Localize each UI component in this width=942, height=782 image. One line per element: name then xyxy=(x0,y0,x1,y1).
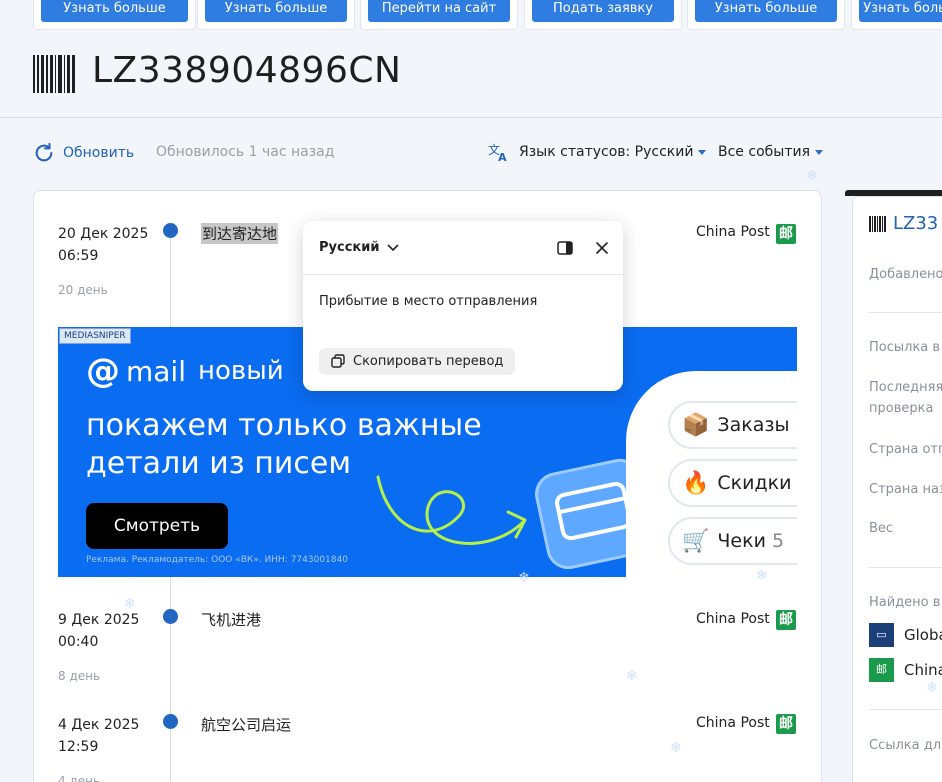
ad-legal-text: Реклама. Рекламодатель: ООО «ВК». ИНН: 7… xyxy=(86,555,348,565)
close-icon[interactable] xyxy=(595,241,609,255)
event-status: 到达寄达地 xyxy=(201,223,279,244)
event-ago: 4 день xyxy=(58,774,101,782)
refresh-icon xyxy=(35,142,53,162)
divider xyxy=(869,312,942,313)
translation-popup: Русский Прибытие в место отправления Ско… xyxy=(303,221,623,391)
china-post-logo-icon: 邮 xyxy=(776,610,796,630)
divider xyxy=(869,567,942,568)
ad-strip: Узнать больше Узнать больше Перейти на с… xyxy=(0,0,942,30)
info-label: Вес xyxy=(869,521,894,536)
sidebar-dock-icon[interactable] xyxy=(557,241,573,255)
info-label: Страна отп xyxy=(869,442,942,457)
language-label: Язык статусов: Русский xyxy=(519,144,694,160)
info-label: Ссылка для xyxy=(869,738,942,753)
event-status: 航空公司启运 xyxy=(201,716,292,734)
info-label: Последняя xyxy=(869,380,942,395)
barcode-icon xyxy=(869,215,887,232)
mail-logo: @ mail новый xyxy=(86,351,284,391)
event-carrier: China Post xyxy=(696,611,770,627)
ad-card: Узнать больше xyxy=(687,0,845,30)
popup-divider xyxy=(303,274,623,275)
ad-learn-more-button[interactable]: Узнать больше xyxy=(205,0,347,22)
ad-apply-button[interactable]: Подать заявку xyxy=(532,0,674,22)
refresh-button[interactable]: Обновить xyxy=(33,142,134,164)
info-label: Добавлено xyxy=(869,267,942,282)
popup-language-select[interactable]: Русский xyxy=(319,240,400,255)
ad-pill-discounts: 🔥 Скидки 5 xyxy=(668,459,797,507)
ad-tag: MEDIASNIPER xyxy=(59,328,131,344)
snowflake-icon: ❄ xyxy=(124,596,136,612)
translate-icon: 文A xyxy=(488,143,507,162)
cart-icon: 🛒 xyxy=(682,528,710,554)
ad-card: Узнать больше xyxy=(33,0,196,30)
snowflake-icon: ❄ xyxy=(626,668,638,684)
event-ago: 20 день xyxy=(58,283,108,297)
info-label: Найдено в xyxy=(869,595,941,610)
event-carrier: China Post xyxy=(696,715,770,731)
chevron-down-icon xyxy=(815,149,823,155)
translation-text: Прибытие в место отправления xyxy=(319,294,538,309)
track-number-title: LZ338904896CN xyxy=(92,50,402,91)
ad-card: Перейти на сайт xyxy=(360,0,518,30)
timeline-dot xyxy=(163,609,178,624)
event-date: 9 Дек 2025 00:40 xyxy=(58,612,140,650)
info-label: Страна наз xyxy=(869,482,942,497)
timeline-dot xyxy=(163,223,178,238)
snowflake-icon: ❄ xyxy=(756,568,768,584)
china-post-logo-icon: 邮 xyxy=(776,224,796,244)
fire-icon: 🔥 xyxy=(682,470,710,496)
ad-learn-more-button[interactable]: Узнать больше xyxy=(695,0,837,22)
copy-icon xyxy=(331,354,345,368)
source-item[interactable]: ▭ Globa xyxy=(869,623,942,647)
snowflake-icon: ❄ xyxy=(518,570,530,586)
side-track-title: LZ33 xyxy=(869,213,938,234)
swirl-arrow-icon xyxy=(376,475,527,545)
snowflake-icon: ❄ xyxy=(926,680,938,696)
watch-button[interactable]: Смотреть xyxy=(86,503,228,549)
chevron-down-icon xyxy=(387,243,400,251)
event-ago: 8 день xyxy=(58,669,101,683)
info-label: Посылка в xyxy=(869,340,941,355)
copy-translation-button[interactable]: Скопировать перевод xyxy=(319,348,516,375)
snowflake-icon: ❄ xyxy=(670,740,682,756)
mail-brand-sub: новый xyxy=(198,356,284,386)
chevron-down-icon xyxy=(698,149,707,155)
info-label: проверка xyxy=(869,401,934,416)
events-filter-label: Все события xyxy=(718,144,810,160)
at-sign-icon: @ xyxy=(86,351,120,391)
ad-pill-orders: 📦 Заказы 3 xyxy=(668,401,797,449)
language-select[interactable]: 文A Язык статусов: Русский xyxy=(488,142,707,162)
ad-card: Узнать больше xyxy=(197,0,355,30)
mail-brand: mail xyxy=(126,354,186,388)
header: LZ338904896CN xyxy=(0,30,942,118)
divider xyxy=(869,709,942,710)
timeline-dot xyxy=(163,714,178,729)
event-date: 4 Дек 2025 12:59 xyxy=(58,717,140,755)
events-filter[interactable]: Все события xyxy=(718,144,823,160)
ad-go-to-site-button[interactable]: Перейти на сайт xyxy=(368,0,510,22)
ad-card: Подать заявку xyxy=(524,0,682,30)
china-post-logo-icon: 邮 xyxy=(776,714,796,734)
event-carrier: China Post xyxy=(696,224,770,240)
svg-text:A: A xyxy=(498,151,507,162)
ad-learn-more-button[interactable]: Узнать больше xyxy=(859,0,942,22)
china-post-logo-icon: 邮 xyxy=(869,658,894,682)
barcode-icon xyxy=(33,55,77,93)
snowflake-icon: ❄ xyxy=(806,168,818,184)
ad-learn-more-button[interactable]: Узнать больше xyxy=(41,0,188,22)
ad-card: Узнать больше xyxy=(851,0,942,30)
global-carrier-logo-icon: ▭ xyxy=(869,623,894,647)
event-status: 飞机进港 xyxy=(201,611,262,629)
package-icon: 📦 xyxy=(682,412,710,438)
ad-pill-receipts: 🛒 Чеки 5 xyxy=(668,517,797,565)
toolbar: Обновить Обновилось 1 час назад 文A Язык … xyxy=(0,130,942,176)
updated-text: Обновилось 1 час назад xyxy=(156,144,335,160)
source-item[interactable]: 邮 China xyxy=(869,658,942,682)
event-date: 20 Дек 2025 06:59 xyxy=(58,226,149,264)
refresh-label: Обновить xyxy=(63,145,135,161)
